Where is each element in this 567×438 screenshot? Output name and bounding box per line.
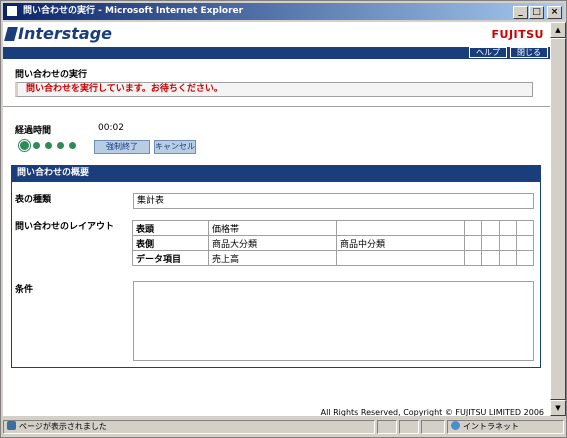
scroll-thumb[interactable]: [550, 38, 566, 400]
cancel-button[interactable]: キャンセル: [154, 140, 196, 154]
layout-row: 表側 商品大分類 商品中分類: [132, 235, 535, 251]
layout-label: 問い合わせのレイアウト: [15, 222, 115, 232]
layout-cell: [464, 220, 483, 236]
status-bar: ページが表示されました イントラネット: [3, 418, 566, 436]
status-message-cell: ページが表示されました: [3, 420, 375, 434]
progress-dot: [57, 142, 64, 149]
condition-value: [133, 281, 534, 361]
layout-cell: [481, 235, 500, 251]
layout-cell: [498, 220, 517, 236]
copyright-text: All Rights Reserved, Copyright © FUJITSU…: [320, 408, 544, 416]
help-button[interactable]: ヘルプ: [469, 47, 507, 58]
layout-cell: 商品中分類: [336, 235, 466, 251]
table-type-value: 集計表: [133, 193, 534, 209]
app-header: Interstage FUJITSU: [3, 22, 550, 47]
status-message: 問い合わせを実行しています。お待ちください。: [15, 82, 533, 97]
zone-text: イントラネット: [463, 422, 519, 431]
nav-bar: ヘルプ 閉じる: [3, 47, 550, 59]
security-zone-cell: イントラネット: [447, 420, 564, 434]
layout-cell: [515, 235, 535, 251]
layout-cell: [464, 250, 483, 266]
layout-row: データ項目 売上高: [132, 250, 535, 266]
status-cell-empty: [421, 420, 445, 434]
progress-dot: [20, 141, 29, 150]
progress-dot: [45, 142, 52, 149]
interstage-mark-icon: [4, 27, 18, 41]
layout-cell: [515, 220, 535, 236]
scroll-down-icon[interactable]: ▼: [550, 400, 566, 416]
layout-cell: 商品大分類: [207, 235, 338, 251]
layout-cell: 売上高: [207, 250, 338, 266]
layout-table: 表頭 価格帯 表側 商品大分類 商品中分類 データ項目 売上高: [132, 220, 535, 266]
intranet-icon: [451, 421, 460, 430]
layout-cell: [336, 220, 466, 236]
status-text: ページが表示されました: [19, 422, 107, 431]
close-page-button[interactable]: 閉じる: [510, 47, 548, 58]
layout-row-header: 表頭: [132, 220, 209, 236]
fujitsu-logo: FUJITSU: [491, 28, 544, 41]
interstage-logo: Interstage: [4, 24, 113, 43]
layout-cell: [498, 250, 517, 266]
layout-cell: [464, 235, 483, 251]
scroll-up-icon[interactable]: ▲: [550, 22, 566, 38]
page-content: Interstage FUJITSU ヘルプ 閉じる 問い合わせの実行 問い合わ…: [3, 22, 550, 416]
status-cell-empty: [399, 420, 419, 434]
condition-label: 条件: [15, 285, 34, 295]
status-cell-empty: [377, 420, 397, 434]
summary-heading: 問い合わせの概要: [11, 165, 541, 182]
layout-row: 表頭 価格帯: [132, 220, 535, 236]
page-icon: [7, 421, 16, 430]
layout-row-header: 表側: [132, 235, 209, 251]
close-window-button[interactable]: ×: [547, 6, 562, 19]
progress-dot: [33, 142, 40, 149]
progress-dot: [69, 142, 76, 149]
title-bar: 問い合わせの実行 - Microsoft Internet Explorer _…: [3, 3, 564, 20]
layout-row-header: データ項目: [132, 250, 209, 266]
layout-cell: [481, 220, 500, 236]
layout-cell: [515, 250, 535, 266]
logo-text: Interstage: [18, 24, 113, 43]
table-type-label: 表の種類: [15, 195, 52, 205]
divider: [3, 106, 550, 107]
window-title: 問い合わせの実行 - Microsoft Internet Explorer: [23, 6, 244, 16]
layout-cell: [336, 250, 466, 266]
layout-cell: 価格帯: [207, 220, 338, 236]
ie-icon: [6, 5, 18, 17]
layout-cell: [481, 250, 500, 266]
elapsed-time-value: 00:02: [98, 123, 124, 133]
vertical-scrollbar[interactable]: ▲ ▼: [550, 22, 566, 416]
browser-window: 問い合わせの実行 - Microsoft Internet Explorer _…: [0, 0, 567, 438]
page-title: 問い合わせの実行: [15, 70, 88, 80]
layout-cell: [498, 235, 517, 251]
maximize-button[interactable]: □: [529, 6, 544, 19]
elapsed-time-label: 経過時間: [15, 126, 52, 136]
minimize-button[interactable]: _: [513, 6, 528, 19]
force-stop-button[interactable]: 強制終了: [94, 140, 150, 154]
